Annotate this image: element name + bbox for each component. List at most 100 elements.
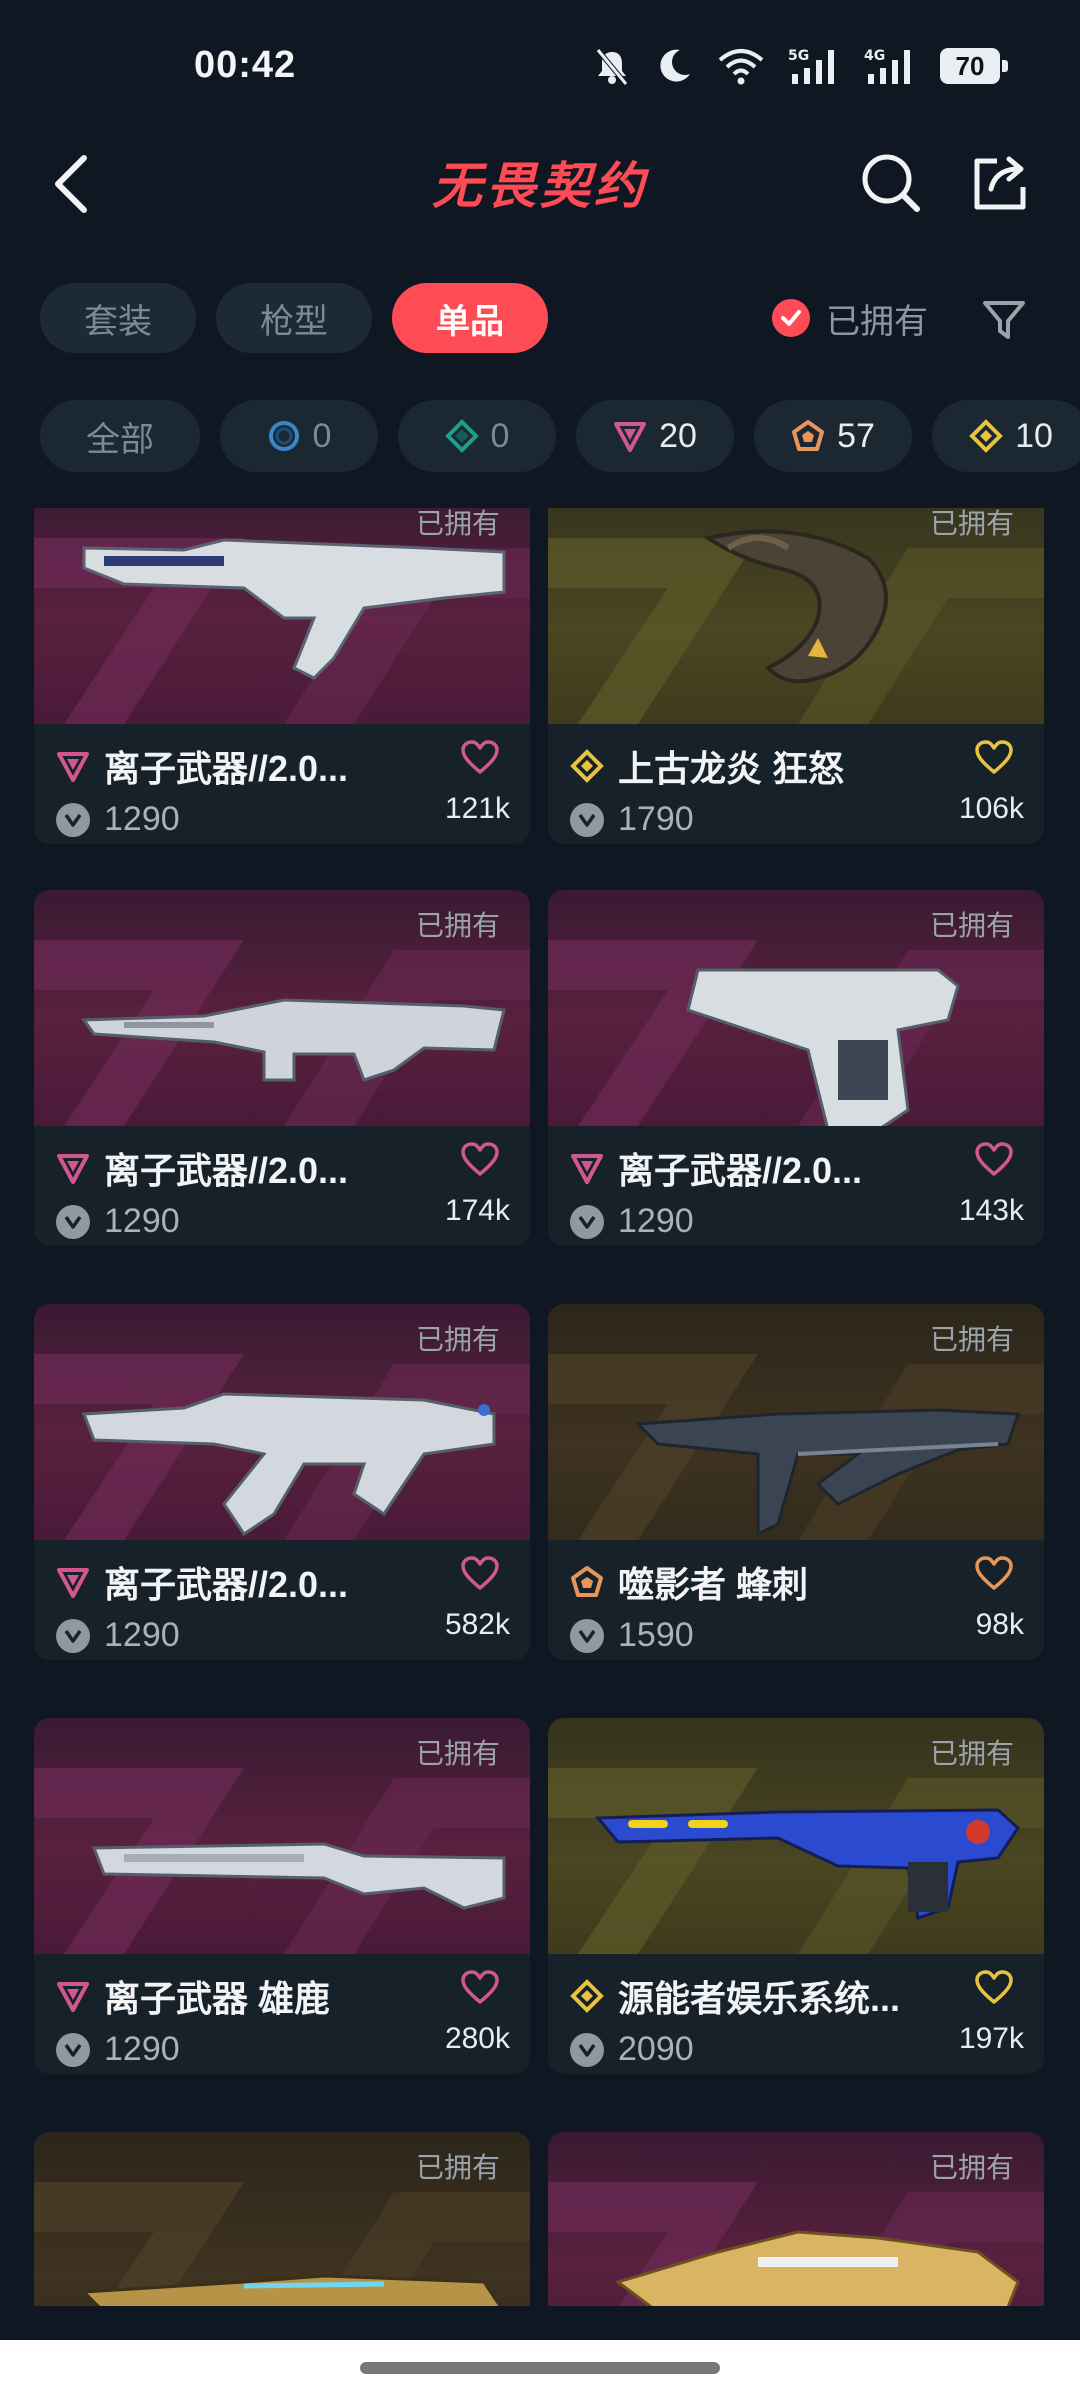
skin-price: 1290 bbox=[104, 1616, 180, 1654]
skin-price: 1590 bbox=[618, 1616, 694, 1654]
status-bar: 00:42 5G 4G 70 bbox=[0, 0, 1080, 130]
weapon-image bbox=[594, 1808, 1020, 1920]
chip-premium-count: 20 bbox=[659, 416, 697, 455]
funnel-icon bbox=[983, 301, 1025, 339]
owned-filter-label: 已拥有 bbox=[826, 302, 928, 341]
valorant-points-icon bbox=[570, 1618, 604, 1653]
rarity-filter-chips: 全部 0 0 20 57 10 bbox=[40, 400, 1080, 472]
owned-tag: 已拥有 bbox=[929, 910, 1014, 941]
heart-icon[interactable] bbox=[460, 1142, 500, 1178]
price-row: 1590 bbox=[570, 1616, 694, 1655]
premium-tier-icon bbox=[571, 1154, 603, 1184]
owned-tag: 已拥有 bbox=[929, 1738, 1014, 1769]
price-row: 1290 bbox=[56, 1616, 180, 1655]
skin-price: 2090 bbox=[618, 2030, 694, 2068]
valorant-points-icon bbox=[570, 2032, 604, 2067]
tab-bundles[interactable]: 套装 bbox=[40, 283, 196, 353]
heart-icon[interactable] bbox=[460, 740, 500, 776]
skin-card[interactable]: 已拥有 bbox=[548, 2132, 1044, 2306]
premium-tier-icon bbox=[57, 1154, 89, 1184]
filter-button[interactable] bbox=[978, 292, 1030, 348]
skin-name-row: 离子武器 雄鹿 bbox=[56, 1970, 330, 2022]
skin-image: 已拥有 bbox=[34, 2132, 530, 2306]
checkmark-icon bbox=[772, 299, 810, 337]
heart-icon[interactable] bbox=[974, 1970, 1014, 2006]
owned-tag: 已拥有 bbox=[415, 2152, 500, 2183]
chip-select-count: 0 bbox=[312, 416, 332, 455]
skin-image: 已拥有 bbox=[34, 1718, 530, 1954]
weapon-image bbox=[81, 1392, 496, 1537]
skin-price: 1790 bbox=[618, 800, 694, 838]
tab-single-items[interactable]: 单品 bbox=[392, 283, 548, 353]
heart-icon[interactable] bbox=[974, 1556, 1014, 1592]
status-time: 00:42 bbox=[194, 44, 297, 86]
price-row: 1290 bbox=[570, 1202, 694, 1241]
skin-card[interactable]: 已拥有 上古龙炎 狂怒 1790 106k bbox=[548, 508, 1044, 844]
owned-tag: 已拥有 bbox=[929, 2152, 1014, 2183]
heart-icon[interactable] bbox=[974, 740, 1014, 776]
heart-icon[interactable] bbox=[974, 1142, 1014, 1178]
skin-name: 上古龙炎 狂怒 bbox=[618, 748, 845, 789]
skin-card[interactable]: 已拥有 bbox=[34, 2132, 530, 2306]
skin-image: 已拥有 bbox=[548, 508, 1044, 724]
skin-card[interactable]: 已拥有 离子武器//2.0... 1290 174k bbox=[34, 890, 530, 1246]
ultra-tier-icon bbox=[570, 749, 604, 783]
owned-tag: 已拥有 bbox=[415, 508, 500, 539]
owned-filter-toggle[interactable]: 已拥有 bbox=[772, 290, 928, 346]
skin-name-row: 离子武器//2.0... bbox=[56, 1556, 348, 1608]
system-nav-bar bbox=[0, 2340, 1080, 2400]
premium-tier-icon bbox=[614, 422, 647, 452]
valorant-points-icon bbox=[56, 802, 90, 837]
skin-card[interactable]: 已拥有 离子武器 雄鹿 1290 280k bbox=[34, 1718, 530, 2074]
skin-card[interactable]: 已拥有 离子武器//2.0... 1290 121k bbox=[34, 508, 530, 844]
search-button[interactable] bbox=[848, 140, 934, 226]
skin-card[interactable]: 已拥有 离子武器//2.0... 1290 582k bbox=[34, 1304, 530, 1660]
skin-image: 已拥有 bbox=[548, 2132, 1044, 2306]
heart-icon[interactable] bbox=[460, 1556, 500, 1592]
price-row: 1290 bbox=[56, 2030, 180, 2069]
skin-card[interactable]: 已拥有 噬影者 蜂刺 1590 98k bbox=[548, 1304, 1044, 1660]
premium-tier-icon bbox=[57, 1982, 89, 2012]
chip-deluxe-tier[interactable]: 0 bbox=[398, 400, 556, 472]
valorant-points-icon bbox=[56, 1204, 90, 1239]
skin-name: 离子武器//2.0... bbox=[104, 748, 349, 789]
skin-grid: 已拥有 离子武器//2.0... 1290 121k 已拥有 上古龙炎 狂怒 1… bbox=[0, 508, 1080, 2306]
home-gesture-handle[interactable] bbox=[360, 2362, 720, 2374]
price-row: 1290 bbox=[56, 800, 180, 839]
chip-all[interactable]: 全部 bbox=[40, 400, 200, 472]
chip-ultra-tier[interactable]: 10 bbox=[932, 400, 1080, 472]
chip-exclusive-count: 57 bbox=[837, 416, 875, 455]
chip-select-tier[interactable]: 0 bbox=[220, 400, 378, 472]
heart-icon[interactable] bbox=[460, 1970, 500, 2006]
skin-name: 噬影者 蜂刺 bbox=[618, 1564, 809, 1605]
weapon-image bbox=[82, 538, 506, 680]
price-row: 2090 bbox=[570, 2030, 694, 2069]
ultra-tier-icon bbox=[570, 1979, 604, 2013]
chip-premium-tier[interactable]: 20 bbox=[576, 400, 734, 472]
exclusive-tier-icon bbox=[792, 420, 825, 451]
chip-exclusive-tier[interactable]: 57 bbox=[754, 400, 912, 472]
valorant-points-icon bbox=[56, 2032, 90, 2067]
skin-name: 离子武器//2.0... bbox=[104, 1150, 349, 1191]
like-count: 197k bbox=[958, 2022, 1024, 2055]
skin-image: 已拥有 bbox=[548, 890, 1044, 1126]
skin-image: 已拥有 bbox=[34, 890, 530, 1126]
wifi-icon bbox=[718, 49, 764, 85]
like-count: 106k bbox=[958, 792, 1024, 825]
skin-card[interactable]: 已拥有 源能者娱乐系统... 2090 197k bbox=[548, 1718, 1044, 2074]
chip-all-label: 全部 bbox=[86, 420, 154, 459]
weapon-image bbox=[634, 1408, 1021, 1537]
owned-tag: 已拥有 bbox=[415, 1738, 500, 1769]
app-header: 无畏契约 bbox=[0, 130, 1080, 240]
signal-4g-icon: 4G bbox=[864, 48, 910, 84]
like-count: 98k bbox=[975, 1608, 1024, 1641]
skin-card[interactable]: 已拥有 离子武器//2.0... 1290 143k bbox=[548, 890, 1044, 1246]
skin-image: 已拥有 bbox=[34, 508, 530, 724]
share-button[interactable] bbox=[958, 140, 1044, 226]
signal-5g-icon: 5G bbox=[788, 48, 834, 84]
exclusive-tier-icon bbox=[571, 1566, 603, 1597]
battery-indicator: 70 bbox=[940, 48, 1008, 84]
weapon-image bbox=[614, 2230, 1020, 2306]
tab-weapon-types[interactable]: 枪型 bbox=[216, 283, 372, 353]
weapon-image bbox=[91, 1842, 506, 1910]
